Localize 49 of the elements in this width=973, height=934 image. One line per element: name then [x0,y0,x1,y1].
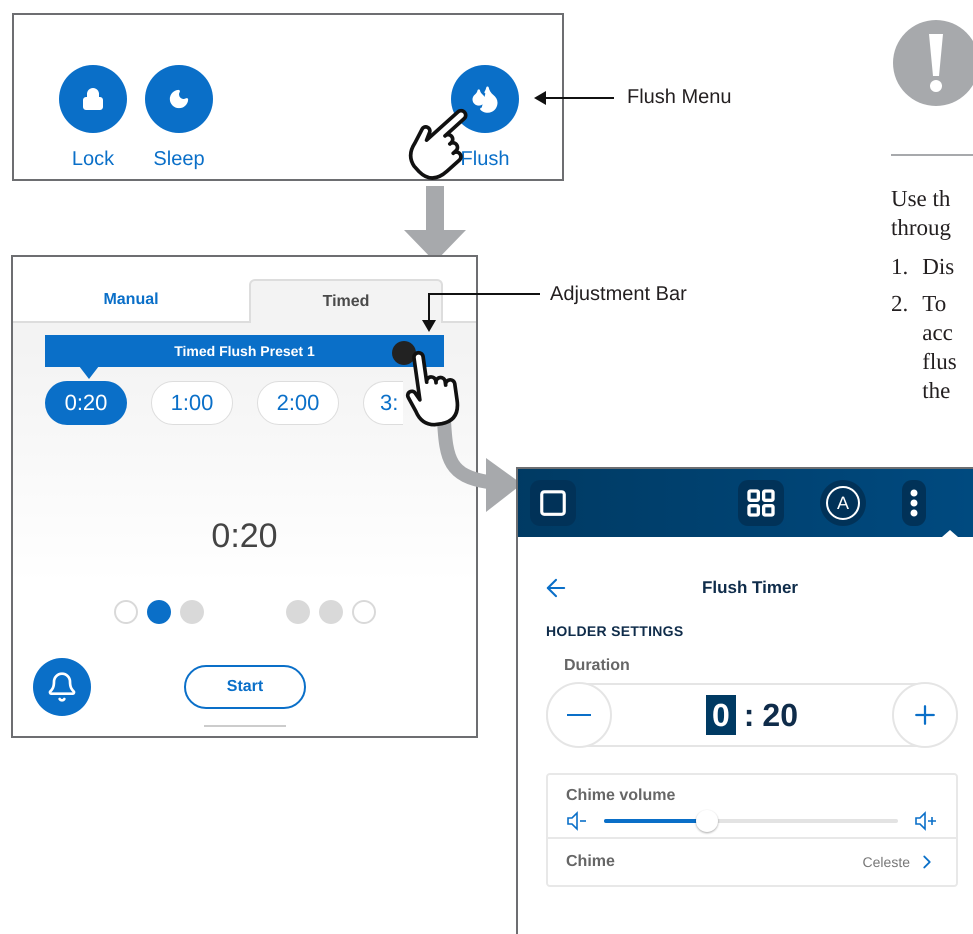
start-button[interactable]: Start [184,665,306,709]
moon-icon [168,88,190,110]
field-label: Chime volume [566,787,676,805]
preset-label: Timed Flush Preset 1 [174,343,315,359]
step-text: To [922,290,948,318]
body-text: Use th [891,185,952,213]
button-label: Flush [460,147,510,171]
field-label: Chime [566,853,615,871]
grid-button[interactable] [738,480,784,526]
preset-button[interactable]: 0:20 [45,381,127,425]
avatar-button[interactable]: A [820,480,866,526]
step-text: Dis [922,253,954,281]
callout-label: Adjustment Bar [550,283,687,306]
tap-dot-icon [391,340,417,366]
chime-value: Celeste [862,854,910,870]
field-label: Duration [564,657,631,675]
tab[interactable]: Timed [249,279,443,323]
square-button[interactable] [530,480,576,526]
preset-button[interactable]: 1:00 [151,381,233,425]
slider-thumb[interactable] [696,810,718,832]
step-number: 2. [891,290,908,318]
button-label: Lock [72,147,114,171]
more-button[interactable] [902,480,926,526]
section-heading: HOLDER SETTINGS [546,623,685,639]
volume-slider[interactable] [604,809,898,833]
bell-icon [46,671,78,703]
preset-button[interactable]: 2:00 [257,381,339,425]
volume-down-icon [566,811,588,831]
body-text: throug [891,214,952,242]
step-text: the [922,377,952,405]
volume-up-icon [914,811,938,831]
lock-icon [81,87,105,111]
button-label: Sleep [153,147,205,171]
droplets-icon [470,84,500,114]
minus-icon [567,714,591,716]
preset-button[interactable]: 3: [363,381,403,425]
step-text: acc [922,319,954,347]
grid-icon [745,487,777,519]
step-number: 1. [891,253,908,281]
seconds-value: 20 [762,696,798,734]
time-separator: : [744,696,754,734]
square-icon [538,488,568,518]
more-icon [910,489,918,517]
callout-label: Flush Menu [627,86,732,109]
minutes-value: 0 [706,695,736,735]
timer-display: 0:20 [211,517,278,556]
screen-title: Flush Timer [702,578,798,598]
menu-notch-icon [942,530,958,537]
step-text: flus [922,348,957,376]
